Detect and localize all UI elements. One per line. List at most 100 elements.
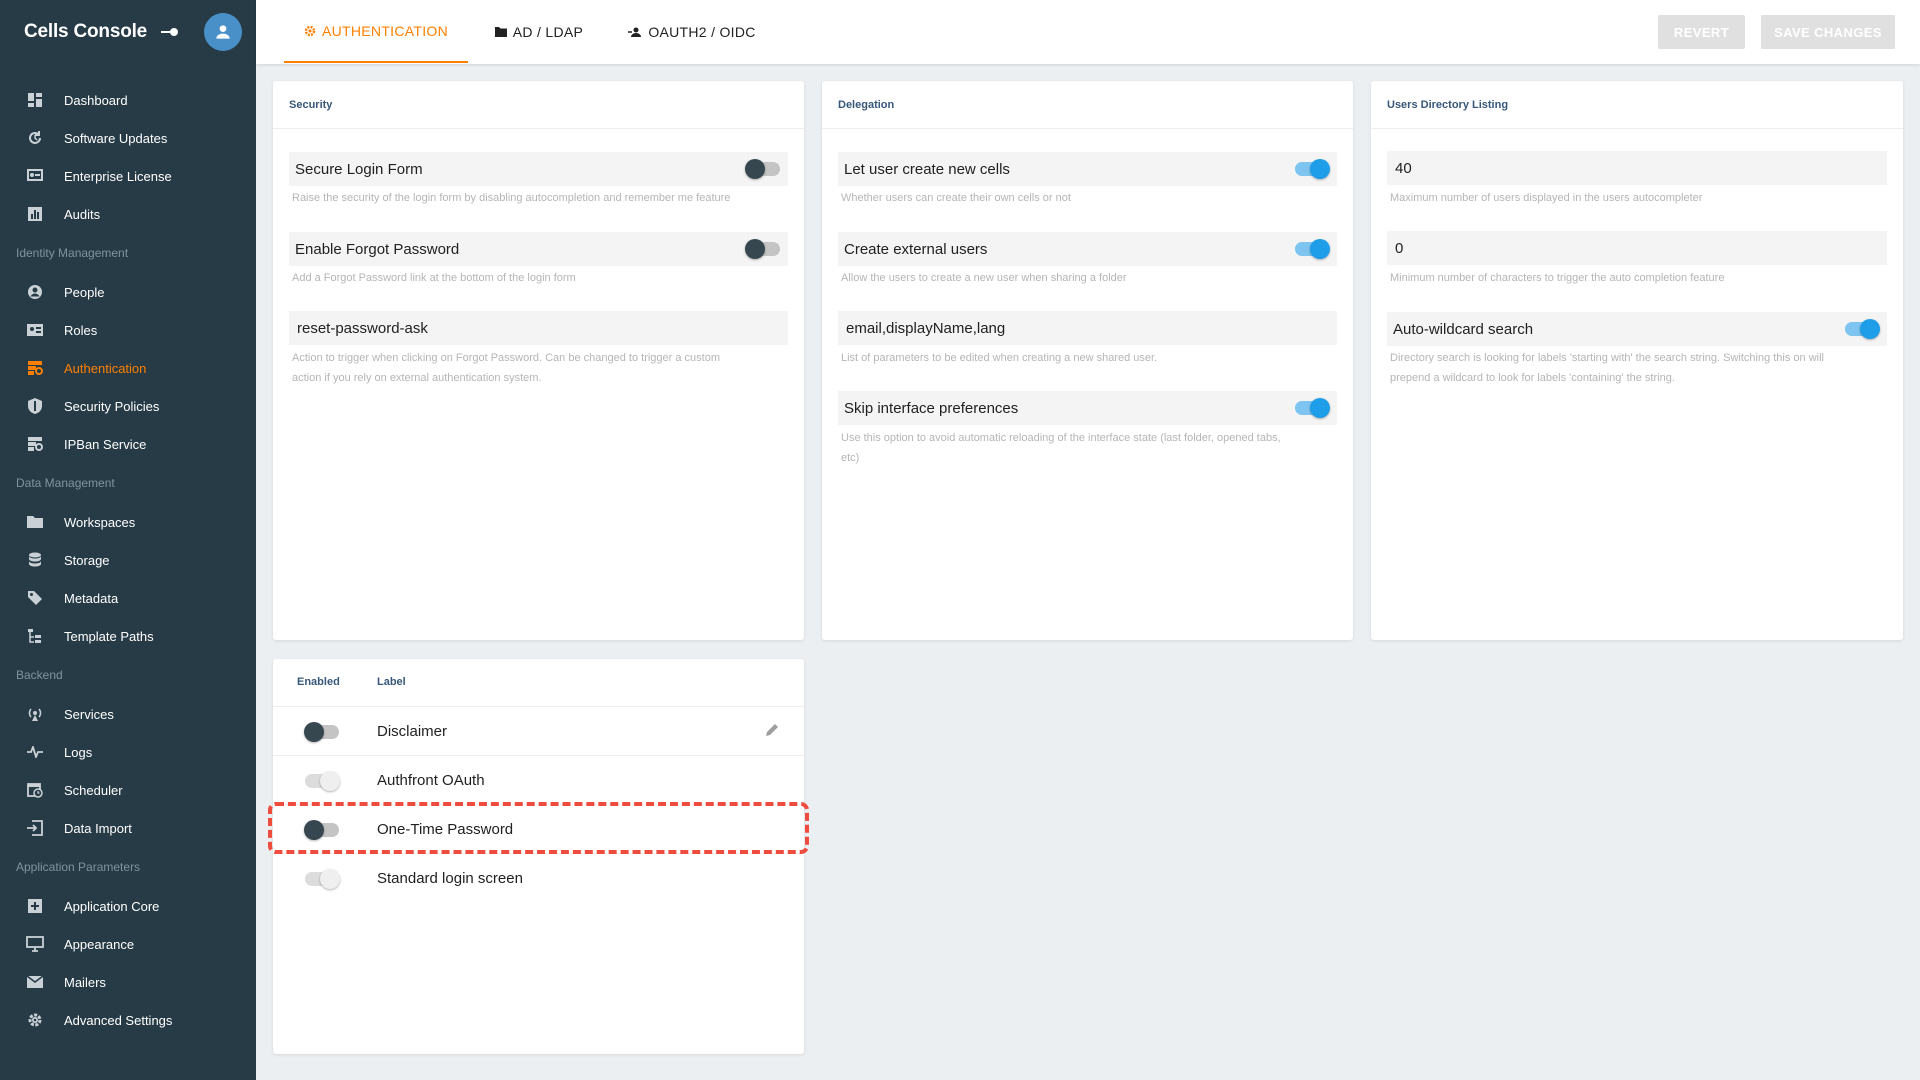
sidebar-item-dashboard[interactable]: Dashboard [0, 81, 256, 119]
external-users-toggle-row[interactable]: Create external users [838, 232, 1337, 266]
sidebar-section-backend: Backend [16, 668, 63, 682]
database-icon [25, 550, 45, 570]
id-card-icon [25, 320, 45, 340]
field-label: Let user create new cells [844, 160, 1010, 178]
wildcard-toggle-row[interactable]: Auto-wildcard search [1387, 312, 1887, 346]
shield-icon [25, 396, 45, 416]
secure-login-toggle[interactable] [745, 159, 780, 179]
core-icon [25, 896, 45, 916]
mail-icon [25, 972, 45, 992]
sidebar-header: Cells Console [0, 0, 256, 63]
create-cells-toggle-row[interactable]: Let user create new cells [838, 152, 1337, 186]
field-hint: Maximum number of users displayed in the… [1390, 192, 1703, 204]
app-title: Cells Console [24, 20, 148, 42]
sidebar-item-label: People [64, 284, 105, 300]
sidebar-item-appearance[interactable]: Appearance [0, 925, 256, 963]
security-card: Security Secure Login Form Raise the sec… [273, 81, 804, 640]
table-row-disclaimer[interactable]: Disclaimer [273, 708, 804, 756]
sidebar-item-label: Storage [64, 552, 110, 568]
sidebar-item-audits[interactable]: Audits [0, 195, 256, 233]
gear-icon [304, 25, 316, 37]
field-hint: Raise the security of the login form by … [292, 192, 731, 204]
sidebar-item-application-core[interactable]: Application Core [0, 887, 256, 925]
column-label: Label [377, 676, 406, 688]
sidebar-item-label: Dashboard [64, 92, 128, 108]
edit-pencil-icon[interactable] [764, 722, 780, 742]
forgot-action-input[interactable]: reset-password-ask [289, 311, 788, 345]
sidebar-item-advanced-settings[interactable]: Advanced Settings [0, 1001, 256, 1039]
create-cells-toggle[interactable] [1295, 159, 1330, 179]
sidebar-item-enterprise-license[interactable]: Enterprise License [0, 157, 256, 195]
skip-prefs-toggle[interactable] [1295, 398, 1330, 418]
table-header: Enabled Label [273, 659, 804, 707]
folder-icon [25, 512, 45, 532]
user-avatar[interactable] [204, 12, 242, 51]
card-title: Delegation [822, 81, 1353, 129]
sidebar-item-metadata[interactable]: Metadata [0, 579, 256, 617]
sidebar-item-logs[interactable]: Logs [0, 733, 256, 771]
table-row-authfront-oauth[interactable]: Authfront OAuth [273, 757, 804, 805]
sidebar-section-app-params: Application Parameters [16, 860, 141, 874]
sidebar-item-authentication[interactable]: Authentication [0, 349, 256, 387]
row-label: Authfront OAuth [377, 772, 485, 789]
card-title: Users Directory Listing [1371, 81, 1903, 129]
sidebar-item-label: Enterprise License [64, 168, 172, 184]
sidebar-item-template-paths[interactable]: Template Paths [0, 617, 256, 655]
sidebar-item-ipban[interactable]: IPBan Service [0, 425, 256, 463]
sidebar-item-label: Mailers [64, 974, 106, 990]
save-changes-button[interactable]: SAVE CHANGES [1761, 15, 1895, 49]
field-label: Create external users [844, 240, 988, 258]
max-users-input[interactable]: 40 [1387, 151, 1887, 185]
import-icon [25, 818, 45, 838]
card-title: Security [273, 81, 804, 129]
sidebar-item-label: Application Core [64, 898, 160, 914]
shared-user-params-input[interactable]: email,displayName,lang [838, 311, 1337, 345]
table-row-standard-login[interactable]: Standard login screen [273, 855, 804, 903]
external-users-toggle[interactable] [1295, 239, 1330, 259]
revert-button[interactable]: REVERT [1658, 15, 1745, 49]
sidebar-section-identity: Identity Management [16, 246, 129, 260]
sidebar-item-roles[interactable]: Roles [0, 311, 256, 349]
enable-toggle[interactable] [304, 722, 339, 742]
field-hint: Minimum number of characters to trigger … [1390, 272, 1725, 284]
highlight-annotation [268, 802, 809, 854]
field-hint: action if you rely on external authentic… [292, 372, 542, 384]
column-enabled: Enabled [297, 676, 340, 688]
account-key-icon [628, 27, 642, 37]
skip-prefs-toggle-row[interactable]: Skip interface preferences [838, 391, 1337, 425]
tab-authentication[interactable]: AUTHENTICATION [284, 0, 468, 63]
min-chars-input[interactable]: 0 [1387, 231, 1887, 265]
sidebar-item-label: Authentication [64, 360, 147, 376]
sidebar-item-label: Template Paths [64, 628, 154, 644]
sidebar-item-people[interactable]: People [0, 273, 256, 311]
sidebar-item-label: Security Policies [64, 398, 160, 414]
forgot-password-toggle[interactable] [745, 239, 780, 259]
sidebar-item-data-import[interactable]: Data Import [0, 809, 256, 847]
sidebar-item-label: Software Updates [64, 130, 168, 146]
sidebar-item-label: Logs [64, 744, 93, 760]
sidebar-item-security-policies[interactable]: Security Policies [0, 387, 256, 425]
tab-oauth2-oidc[interactable]: OAUTH2 / OIDC [612, 0, 772, 63]
gear-icon [25, 1010, 45, 1030]
tags-icon [25, 588, 45, 608]
tab-ad-ldap[interactable]: AD / LDAP [478, 0, 600, 63]
forgot-password-toggle-row[interactable]: Enable Forgot Password [289, 232, 788, 266]
field-hint: prepend a wildcard to look for labels 'c… [1390, 372, 1675, 384]
tab-label: AUTHENTICATION [321, 22, 449, 39]
field-hint: List of parameters to be edited when cre… [841, 352, 1158, 364]
sidebar-item-mailers[interactable]: Mailers [0, 963, 256, 1001]
sidebar-collapse-icon[interactable] [160, 22, 182, 42]
sidebar-item-workspaces[interactable]: Workspaces [0, 503, 256, 541]
field-label: Skip interface preferences [844, 399, 1019, 417]
file-tree-icon [25, 626, 45, 646]
wildcard-toggle[interactable] [1845, 319, 1880, 339]
field-hint: Action to trigger when clicking on Forgo… [292, 352, 721, 364]
sidebar-item-storage[interactable]: Storage [0, 541, 256, 579]
ipban-icon [25, 434, 45, 454]
field-hint: Directory search is looking for labels '… [1390, 352, 1824, 364]
secure-login-toggle-row[interactable]: Secure Login Form [289, 152, 788, 186]
sidebar-item-services[interactable]: Services [0, 695, 256, 733]
sidebar-item-software-updates[interactable]: Software Updates [0, 119, 256, 157]
sidebar-item-scheduler[interactable]: Scheduler [0, 771, 256, 809]
field-hint: Allow the users to create a new user whe… [841, 272, 1127, 284]
